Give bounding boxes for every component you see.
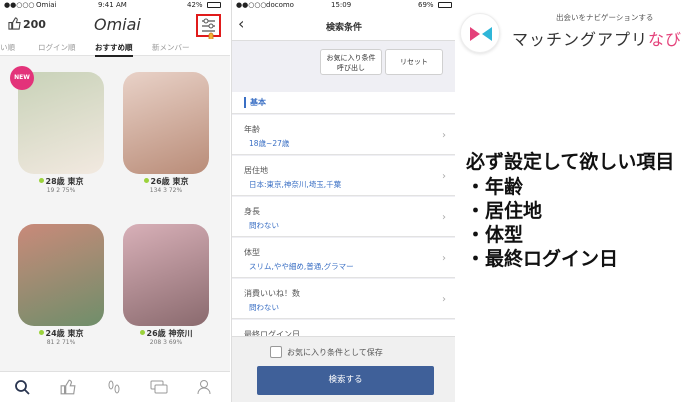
condition-row-body-type[interactable]: 体型 スリム,やや細め,普通,グラマー › [232, 238, 455, 278]
navigation-arrows-icon [470, 27, 492, 41]
save-favorite-label: お気に入り条件として保存 [287, 348, 383, 357]
profile-card[interactable]: NEW 28歳 東京 19 2 75% [10, 66, 104, 194]
row-label: 年齢 [244, 125, 260, 134]
battery-level: 42% [187, 1, 203, 9]
section-marker [244, 97, 246, 108]
online-dot [38, 330, 44, 335]
tab-login-order[interactable]: ログイン順 [38, 42, 76, 53]
thumb-up-icon[interactable] [60, 379, 76, 395]
search-conditions-screen: ●●○○○ docomo 15:09 69% ‹ 検索条件 お気に入り条件 呼び… [231, 0, 455, 402]
row-value: 日本:東京,神奈川,埼玉,千葉 [249, 180, 342, 189]
new-badge: NEW [10, 66, 34, 90]
profile-photo[interactable] [18, 72, 104, 174]
nav-header: ‹ 検索条件 [232, 11, 455, 41]
row-value: 18歳~27歳 [249, 139, 290, 148]
tab-new-members[interactable]: 新メンバー [152, 42, 190, 53]
profile-card[interactable]: 24歳 東京 81 2 71% [18, 224, 104, 346]
footprints-icon[interactable] [106, 379, 122, 395]
brand-name-main: マッチングアプリ [512, 30, 649, 49]
profile-age-location: 28歳 東京 [45, 177, 84, 186]
online-dot [139, 330, 145, 335]
omiai-logo: Omiai [94, 15, 141, 34]
checklist-heading: 必ず設定して欲しい項目 [466, 151, 675, 173]
profile-name: 28歳 東京 [18, 176, 104, 187]
profile-stats: 81 2 71% [46, 339, 76, 346]
brand-logo [460, 13, 500, 53]
profile-name: 26歳 神奈川 [123, 328, 209, 339]
page-title: 検索条件 [325, 23, 362, 33]
search-icon[interactable] [14, 379, 30, 395]
tab-recommended[interactable]: おすすめ順 [95, 42, 133, 57]
brand-tagline: 出会いをナビゲーションする [556, 13, 654, 22]
section-title: 基本 [250, 98, 266, 107]
chevron-right-icon: › [442, 253, 446, 264]
row-label: 体型 [244, 248, 260, 257]
page: ●●○○○ Omiai 9:41 AM 42% 200 Omiai い順 ログイ… [0, 0, 700, 402]
profile-name: 24歳 東京 [18, 328, 104, 339]
row-value: 問わない [249, 303, 279, 312]
status-time: 9:41 AM [98, 1, 127, 9]
profile-stats: 208 3 69% [149, 339, 183, 346]
profile-photo[interactable] [123, 224, 209, 326]
chevron-right-icon: › [442, 130, 446, 141]
chevron-right-icon: › [442, 212, 446, 223]
bottom-nav [0, 371, 230, 402]
profile-age-location: 24歳 東京 [45, 329, 84, 338]
brand-name: マッチングアプリなび [512, 26, 682, 50]
condition-row-likes-used[interactable]: 消費いいね！数 問わない › [232, 279, 455, 319]
condition-row-height[interactable]: 身長 問わない › [232, 197, 455, 237]
row-label: 居住地 [244, 166, 268, 175]
row-label: 身長 [244, 207, 260, 216]
row-label: 消費いいね！数 [244, 289, 300, 298]
profile-photo[interactable] [18, 224, 104, 326]
condition-row-residence[interactable]: 居住地 日本:東京,神奈川,埼玉,千葉 › [232, 156, 455, 196]
profile-name: 26歳 東京 [123, 176, 209, 187]
section-header: 基本 [232, 92, 455, 114]
profile-stats: 134 3 72% [149, 187, 183, 194]
omiai-screen: ●●○○○ Omiai 9:41 AM 42% 200 Omiai い順 ログイ… [0, 0, 230, 402]
signal-dots: ●●○○○ [236, 1, 267, 9]
footer-panel: お気に入り条件として保存 検索する [232, 336, 455, 402]
battery-icon [438, 2, 452, 8]
battery-level: 69% [418, 1, 434, 9]
checklist-item-body-type: ・体型 [466, 224, 524, 246]
status-time: 15:09 [331, 1, 352, 9]
profile-card[interactable]: 26歳 東京 134 3 72% [123, 72, 209, 194]
app-header: 200 Omiai [0, 11, 230, 54]
profile-age-location: 26歳 東京 [150, 177, 189, 186]
profile-age-location: 26歳 神奈川 [146, 329, 193, 338]
profile-photo[interactable] [123, 72, 209, 174]
save-favorite-checkbox[interactable] [270, 346, 282, 358]
article-panel: 出会いをナビゲーションする マッチングアプリなび 必ず設定して欲しい項目 ・年齢… [456, 0, 700, 402]
carrier: Omiai [36, 1, 57, 9]
chat-icon[interactable] [150, 379, 168, 395]
status-bar: ●●○○○ docomo 15:09 69% [232, 0, 455, 11]
person-icon[interactable] [196, 379, 212, 395]
tab-popular[interactable]: い順 [0, 42, 15, 53]
status-bar: ●●○○○ Omiai 9:41 AM 42% [0, 0, 230, 11]
profile-card[interactable]: 26歳 神奈川 208 3 69% [123, 224, 209, 346]
condition-row-age[interactable]: 年齢 18歳~27歳 › [232, 115, 455, 155]
row-value: スリム,やや細め,普通,グラマー [249, 262, 354, 271]
row-value: 問わない [249, 221, 279, 230]
carrier: docomo [266, 1, 294, 9]
like-count: 200 [23, 18, 46, 31]
chevron-right-icon: › [442, 171, 446, 182]
sort-tabs: い順 ログイン順 おすすめ順 新メンバー [0, 39, 230, 57]
brand-name-accent: なび [648, 30, 683, 49]
checklist-item-age: ・年齢 [466, 176, 524, 198]
battery-icon [207, 2, 221, 8]
checklist-item-residence: ・居住地 [466, 200, 543, 222]
action-row: お気に入り条件 呼び出し リセット [232, 41, 455, 81]
thumb-up-icon[interactable] [8, 17, 21, 33]
online-dot [38, 178, 44, 183]
search-button[interactable]: 検索する [257, 366, 434, 395]
reset-button[interactable]: リセット [385, 49, 443, 75]
online-dot [143, 178, 149, 183]
chevron-right-icon: › [442, 294, 446, 305]
profile-stats: 19 2 75% [46, 187, 76, 194]
signal-dots: ●●○○○ [4, 1, 35, 9]
checklist-item-last-login: ・最終ログイン日 [466, 248, 619, 270]
load-favorite-button[interactable]: お気に入り条件 呼び出し [320, 49, 382, 75]
